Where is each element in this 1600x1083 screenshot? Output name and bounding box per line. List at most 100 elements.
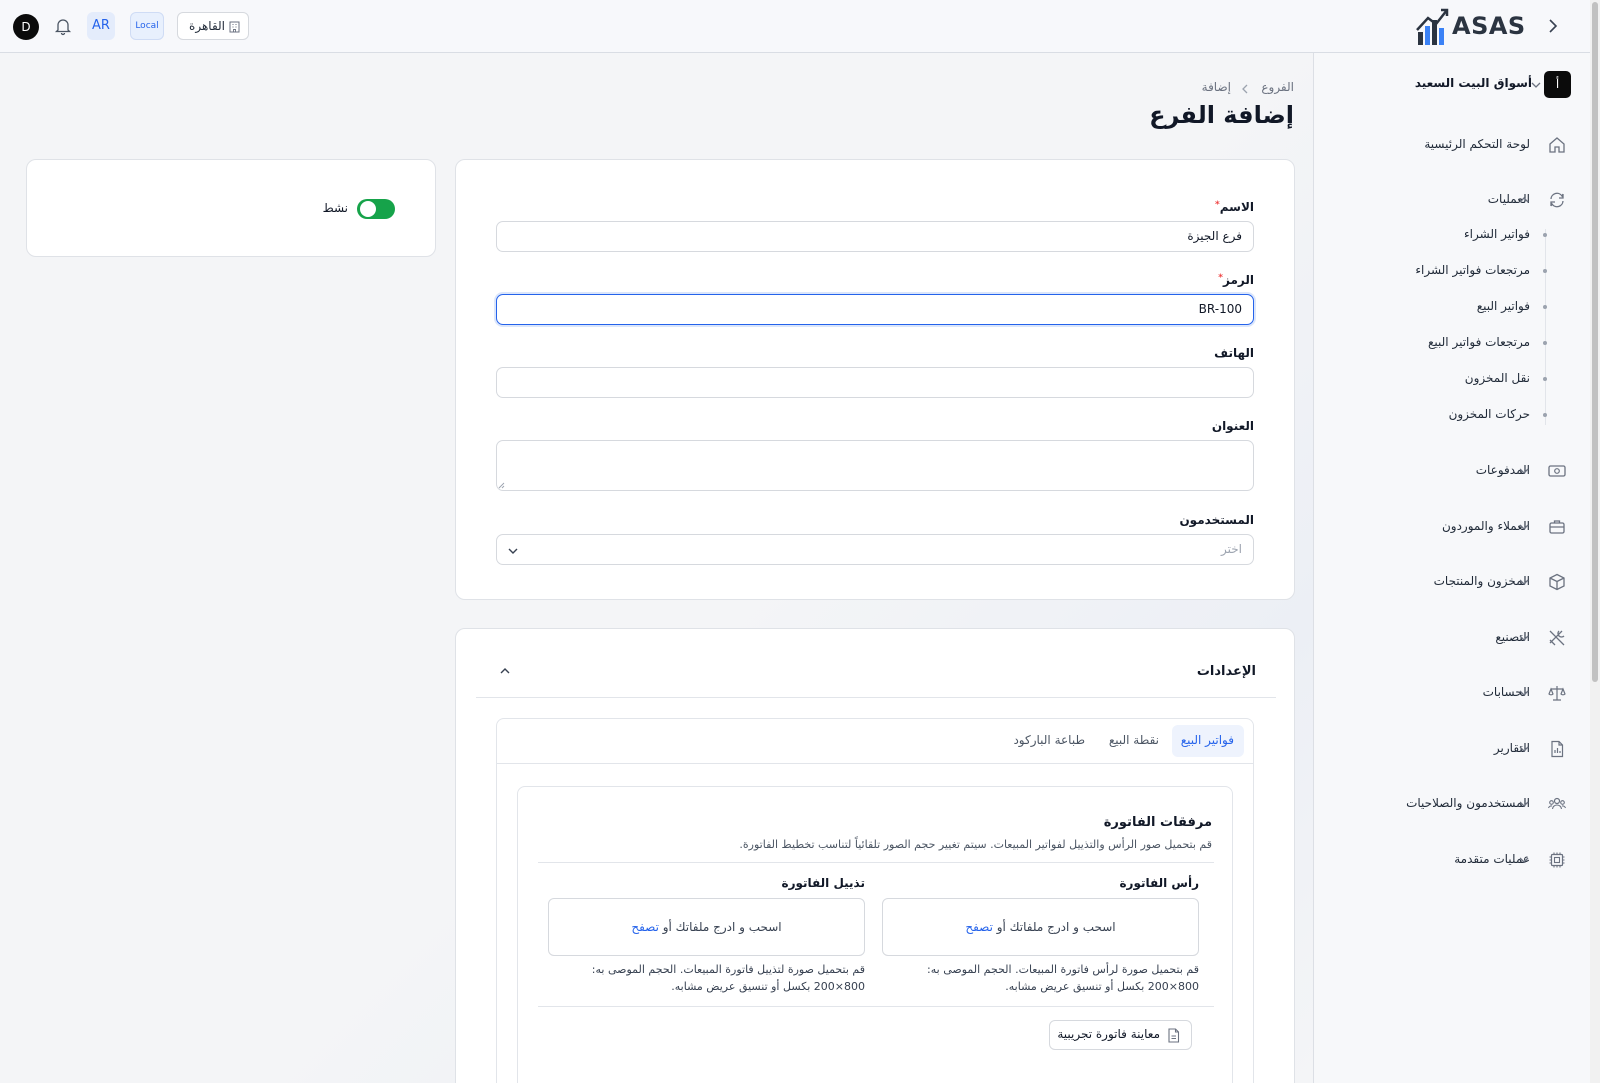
phone-label: الهاتف <box>1214 346 1254 360</box>
sidebar-subitem-stock-transfer[interactable]: نقل المخزون <box>1313 369 1590 389</box>
branch-label: القاهرة <box>189 19 225 33</box>
help-line: قم بتحميل صورة لتذييل فاتورة المبيعات. ا… <box>591 963 865 976</box>
sidebar-item-payments[interactable]: المدفوعات <box>1313 459 1590 483</box>
address-label: العنوان <box>1211 419 1254 433</box>
sidebar-item-dashboard[interactable]: لوحة التحكم الرئيسية <box>1313 133 1590 157</box>
chevron-down-icon <box>1519 635 1529 641</box>
main-content: الفروع إضافة إضافة الفرع نشط الاسم* فرع … <box>0 53 1313 1083</box>
scale-icon <box>1548 686 1566 701</box>
settings-header[interactable]: الإعدادات <box>456 629 1296 697</box>
home-icon <box>1549 137 1565 153</box>
browse-link[interactable]: تصفح <box>965 920 993 934</box>
sidebar-subitem-sales-invoices[interactable]: فواتير البيع <box>1313 297 1590 317</box>
divider <box>538 1006 1214 1007</box>
sidebar-subitem-purchase-invoices[interactable]: فواتير الشراء <box>1313 225 1590 245</box>
invoice-attachments-section: مرفقات الفاتورة قم بتحميل صور الرأس والت… <box>517 786 1233 1083</box>
branch-selector[interactable]: القاهرة <box>177 12 249 40</box>
sidebar-item-manufacturing[interactable]: التصنيع <box>1313 626 1590 650</box>
user-avatar[interactable]: D <box>13 14 39 40</box>
scrollbar-thumb[interactable] <box>1592 2 1598 682</box>
sidebar-item-customers-suppliers[interactable]: العملاء والموردون <box>1313 515 1590 539</box>
branch-form-card: الاسم* فرع الجيزة الرمز* BR-100 الهاتف ا… <box>455 159 1295 600</box>
bullet <box>1543 413 1547 417</box>
tab-label: فواتير البيع <box>1180 733 1234 747</box>
tab-sales-invoices[interactable]: فواتير البيع <box>1172 725 1244 757</box>
chevron-down-icon <box>1519 801 1529 807</box>
sidebar-subitem-label: مرتجعات فواتير الشراء <box>1415 263 1530 277</box>
chevron-down-icon <box>1519 857 1529 863</box>
chip-icon <box>1549 852 1565 868</box>
preview-invoice-label: معاينة فاتورة تجريبية <box>1057 1027 1160 1041</box>
sidebar-subitem-label: نقل المخزون <box>1464 371 1530 385</box>
active-toggle[interactable] <box>357 199 395 219</box>
browse-link[interactable]: تصفح <box>631 920 659 934</box>
resize-handle-icon[interactable] <box>498 482 505 489</box>
chevron-down-icon <box>508 548 518 554</box>
language-badge[interactable]: AR <box>87 12 115 40</box>
address-textarea[interactable] <box>496 440 1254 491</box>
invoice-header-label: رأس الفاتورة <box>1119 876 1199 890</box>
logo-mark-icon <box>1416 8 1449 45</box>
bullet <box>1543 341 1547 345</box>
users-select-placeholder: اختر <box>1221 542 1242 556</box>
users-label: المستخدمون <box>1179 513 1254 527</box>
invoice-header-help: قم بتحميل صورة لرأس فاتورة المبيعات. الح… <box>859 961 1199 995</box>
tab-bar: فواتير البيع نقطة البيع طباعة الباركود <box>497 719 1253 764</box>
top-bar: ASAS D AR Local القاهرة <box>0 0 1590 53</box>
active-toggle-label: نشط <box>322 201 348 215</box>
name-label-text: الاسم <box>1219 200 1254 214</box>
chevron-up-icon <box>1519 197 1529 203</box>
dropzone-text: اسحب و ادرج ملفاتك أو <box>996 920 1116 934</box>
code-label-text: الرمز <box>1223 273 1254 287</box>
chevron-down-icon <box>1519 524 1529 530</box>
sidebar-item-operations[interactable]: العمليات <box>1313 188 1590 212</box>
box-icon <box>1549 573 1565 591</box>
name-label: الاسم* <box>1215 200 1254 214</box>
phone-input[interactable] <box>496 367 1254 398</box>
sidebar-item-accounts[interactable]: الحسابات <box>1313 681 1590 705</box>
sidebar-item-users-permissions[interactable]: المستخدمون والصلاحيات <box>1313 792 1590 816</box>
code-label: الرمز* <box>1218 273 1254 287</box>
invoice-footer-dropzone[interactable]: اسحب و ادرج ملفاتك أو تصفح <box>548 898 865 956</box>
bell-icon[interactable] <box>53 16 73 36</box>
breadcrumb-parent[interactable]: الفروع <box>1261 80 1294 94</box>
sidebar-subitem-stock-movements[interactable]: حركات المخزون <box>1313 405 1590 425</box>
help-line: 800×200 بكسل أو تنسيق عريض مشابه. <box>671 980 865 993</box>
logo-text: ASAS <box>1452 12 1526 40</box>
sidebar-subitem-purchase-returns[interactable]: مرتجعات فواتير الشراء <box>1313 261 1590 281</box>
code-input[interactable]: BR-100 <box>496 294 1254 325</box>
settings-tabs-panel: فواتير البيع نقطة البيع طباعة الباركود م… <box>496 718 1254 1083</box>
briefcase-icon <box>1549 520 1565 534</box>
settings-title: الإعدادات <box>1196 664 1256 679</box>
preview-invoice-button[interactable]: معاينة فاتورة تجريبية <box>1049 1020 1192 1050</box>
sidebar-item-reports[interactable]: التقارير <box>1313 737 1590 761</box>
invoice-header-dropzone[interactable]: اسحب و ادرج ملفاتك أو تصفح <box>882 898 1199 956</box>
sidebar-item-advanced-operations[interactable]: عمليات متقدمة <box>1313 848 1590 872</box>
page-scrollbar[interactable] <box>1590 0 1600 1083</box>
company-switcher[interactable]: أ أسواق البيت السعيد <box>1313 69 1590 99</box>
chevron-up-icon[interactable] <box>499 665 511 677</box>
tools-icon <box>1549 630 1565 646</box>
name-input[interactable]: فرع الجيزة <box>496 221 1254 252</box>
help-line: 800×200 بكسل أو تنسيق عريض مشابه. <box>1005 980 1199 993</box>
attachments-description: قم بتحميل صور الرأس والتذييل لفواتير الم… <box>739 838 1212 851</box>
chevron-down-icon <box>1519 690 1529 696</box>
company-name: أسواق البيت السعيد <box>1414 76 1532 90</box>
invoice-footer-help: قم بتحميل صورة لتذييل فاتورة المبيعات. ا… <box>525 961 865 995</box>
chevron-down-icon <box>1519 579 1529 585</box>
divider <box>538 862 1214 863</box>
environment-badge: Local <box>130 12 164 40</box>
tab-barcode-printing[interactable]: طباعة الباركود <box>1013 733 1085 747</box>
users-select[interactable]: اختر <box>496 534 1254 565</box>
bullet <box>1543 305 1547 309</box>
tab-point-of-sale[interactable]: نقطة البيع <box>1109 733 1159 747</box>
sidebar-subitem-label: حركات المخزون <box>1448 407 1530 421</box>
sidebar-subitem-sales-returns[interactable]: مرتجعات فواتير البيع <box>1313 333 1590 353</box>
form-fields: الاسم* فرع الجيزة الرمز* BR-100 الهاتف ا… <box>496 200 1254 565</box>
sidebar-item-inventory-products[interactable]: المخزون والمنتجات <box>1313 570 1590 594</box>
building-icon <box>229 21 240 33</box>
help-line: قم بتحميل صورة لرأس فاتورة المبيعات. الح… <box>927 963 1199 976</box>
breadcrumb-current: إضافة <box>1201 80 1231 94</box>
chevron-right-icon[interactable] <box>1544 17 1562 35</box>
app-logo[interactable]: ASAS <box>1416 6 1526 46</box>
